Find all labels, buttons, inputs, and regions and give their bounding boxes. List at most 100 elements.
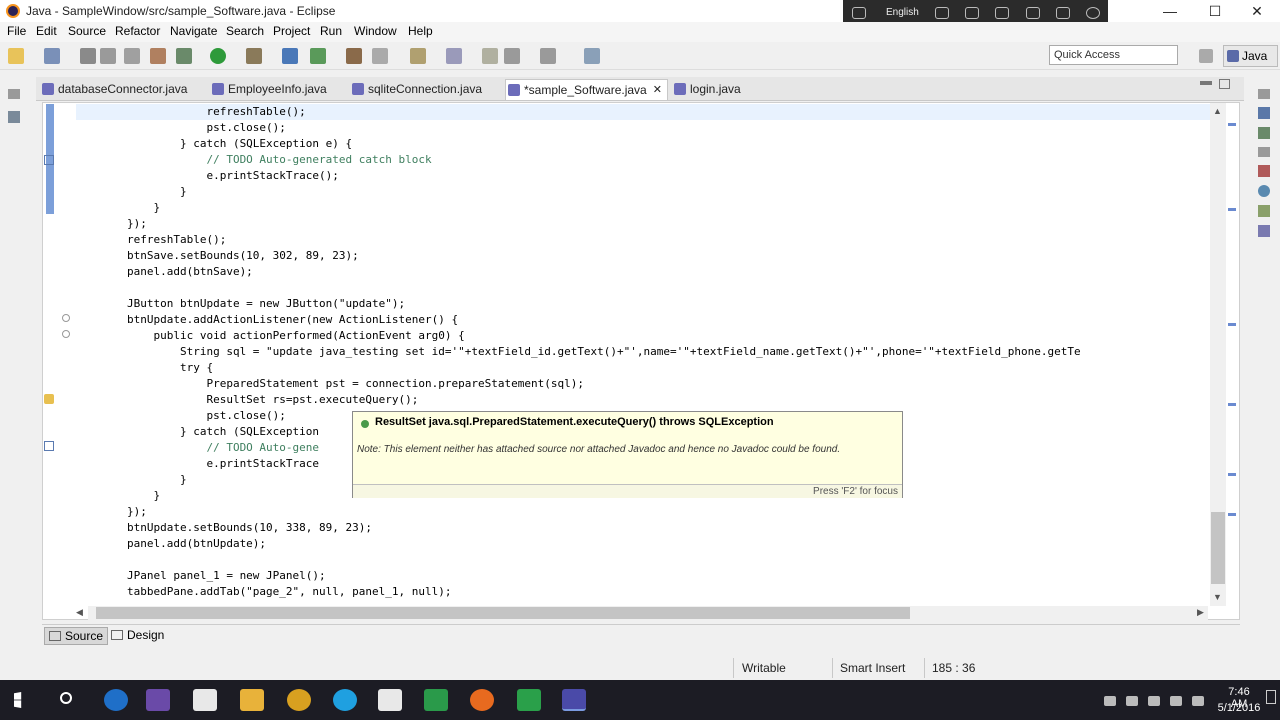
back-icon[interactable] [504,48,520,64]
visual-studio-icon[interactable] [146,689,170,711]
tray-up-icon[interactable] [1104,696,1116,706]
print-icon[interactable] [124,48,140,64]
overview-marker[interactable] [1228,323,1236,326]
overview-marker[interactable] [1228,403,1236,406]
menu-run[interactable]: Run [320,24,342,38]
sync-icon[interactable] [1026,7,1040,19]
menu-navigate[interactable]: Navigate [170,24,217,38]
overview-marker[interactable] [1228,473,1236,476]
search-taskbar-icon[interactable] [60,692,72,704]
restore-bottom-icon[interactable] [1258,147,1270,157]
tab-design[interactable]: Design [107,627,168,643]
java-perspective-button[interactable]: Java [1223,45,1278,67]
file-explorer-icon[interactable] [240,689,264,711]
language-label[interactable]: English [886,7,919,18]
javadoc-icon[interactable] [1258,185,1270,197]
tray-volume-icon[interactable] [1192,696,1204,706]
restore-right-icon[interactable] [1258,89,1270,99]
menu-help[interactable]: Help [408,24,433,38]
last-edit-icon[interactable] [482,48,498,64]
codeblocks-icon[interactable] [517,689,541,711]
minimize-icon[interactable] [935,7,949,19]
package-explorer-icon[interactable] [8,111,20,123]
notification-icon[interactable] [1266,690,1276,704]
refresh-icon[interactable] [995,7,1009,19]
chrome-icon[interactable] [287,689,311,711]
vertical-scroll-thumb[interactable] [1211,512,1225,584]
new-package-icon[interactable] [310,48,326,64]
scroll-left-icon[interactable]: ◀ [76,607,83,618]
save-all-icon[interactable] [100,48,116,64]
problems-icon[interactable] [1258,165,1270,177]
store-icon[interactable] [193,689,217,711]
tab-source[interactable]: Source [44,627,109,645]
menu-file[interactable]: File [7,24,26,38]
fold-collapse-icon[interactable] [62,314,70,322]
skype-icon[interactable] [333,689,357,711]
tab-sqlite-connection[interactable]: sqliteConnection.java [350,79,486,100]
tab-database-connector[interactable]: databaseConnector.java [40,79,191,100]
edge-icon[interactable] [104,689,128,711]
menu-project[interactable]: Project [273,24,310,38]
open-icon[interactable] [44,48,60,64]
save-icon[interactable] [80,48,96,64]
camtasia-icon[interactable] [424,689,448,711]
scroll-down-icon[interactable]: ▼ [1213,592,1222,602]
overview-marker[interactable] [1228,123,1236,126]
new-icon[interactable] [8,48,24,64]
new-java-project-icon[interactable] [282,48,298,64]
pin-editor-icon[interactable] [584,48,600,64]
quick-access-input[interactable]: Quick Access [1049,45,1178,65]
maximize-button[interactable]: ☐ [1192,0,1238,22]
menu-window[interactable]: Window [354,24,397,38]
cut-icon[interactable] [150,48,166,64]
scroll-up-icon[interactable]: ▲ [1213,106,1222,116]
menu-edit[interactable]: Edit [36,24,57,38]
menu-search[interactable]: Search [226,24,264,38]
menu-source[interactable]: Source [68,24,106,38]
info-icon[interactable] [1086,7,1100,19]
task-marker-icon[interactable] [44,441,54,451]
overview-marker[interactable] [1228,513,1236,516]
close-button[interactable]: ✕ [1234,0,1280,22]
debug-icon[interactable] [176,48,192,64]
restore-icon[interactable] [8,89,20,99]
console-icon[interactable] [1258,225,1270,237]
horizontal-scroll-thumb[interactable] [96,607,910,619]
next-annotation-icon[interactable] [446,48,462,64]
tab-login[interactable]: login.java [672,79,745,100]
firefox-icon[interactable] [470,689,494,711]
task-list-icon[interactable] [1258,107,1270,119]
pin-icon[interactable] [965,7,979,19]
clock-date[interactable]: 5/1/2016 [1217,702,1261,714]
overview-marker[interactable] [1228,208,1236,211]
task-marker-icon[interactable] [44,155,54,165]
keyboard-icon[interactable] [852,7,866,19]
close-tab-icon[interactable]: ✕ [653,83,662,96]
minimize-button[interactable]: — [1147,0,1193,22]
brush-icon[interactable] [1056,7,1070,19]
tab-sample-software[interactable]: *sample_Software.java ✕ [505,79,668,100]
media-player-icon[interactable] [378,689,402,711]
fold-collapse-icon[interactable] [62,330,70,338]
menu-refactor[interactable]: Refactor [115,24,160,38]
code-area[interactable]: refreshTable(); pst.close(); } catch (SQ… [74,103,1210,607]
annotation-icon[interactable] [410,48,426,64]
forward-icon[interactable] [540,48,556,64]
tray-network-icon[interactable] [1126,696,1138,706]
open-perspective-icon[interactable] [1199,49,1213,63]
warning-marker-icon[interactable] [44,394,54,404]
run-icon[interactable] [210,48,226,64]
external-tools-icon[interactable] [246,48,262,64]
minimize-editor-icon[interactable] [1200,81,1212,85]
outline-icon[interactable] [1258,127,1270,139]
tab-employee-info[interactable]: EmployeeInfo.java [210,79,331,100]
tray-battery-icon[interactable] [1148,696,1160,706]
declaration-icon[interactable] [1258,205,1270,217]
maximize-editor-icon[interactable] [1219,79,1230,89]
scroll-right-icon[interactable]: ▶ [1197,607,1204,618]
overview-ruler[interactable] [1226,103,1238,606]
open-type-icon[interactable] [346,48,362,64]
search-icon[interactable] [372,48,388,64]
tray-wifi-icon[interactable] [1170,696,1182,706]
